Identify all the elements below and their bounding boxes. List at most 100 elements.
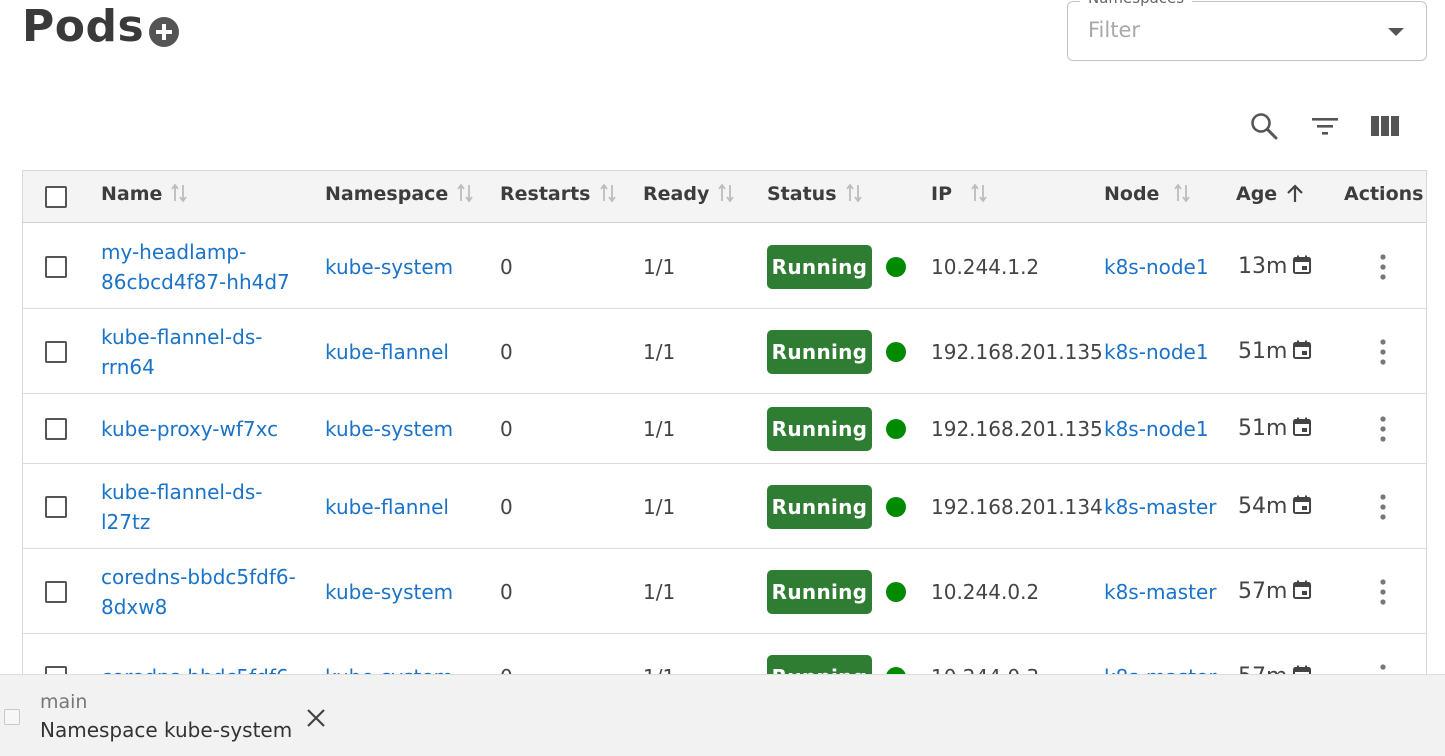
- table-row: my-headlamp-86cbcd4f87-hh4d7 kube-system 0…: [23, 224, 1426, 309]
- namespace-link[interactable]: kube-flannel: [325, 337, 449, 367]
- pod-name-link[interactable]: kube-proxy-wf7xc: [101, 414, 306, 444]
- column-header-restarts[interactable]: Restarts: [500, 171, 617, 223]
- ip-value: 192.168.201.135: [931, 417, 1103, 441]
- row-checkbox[interactable]: [45, 418, 67, 440]
- page-title: Pods: [22, 1, 145, 52]
- age-value: 13m: [1238, 254, 1288, 279]
- restarts-value: 0: [500, 417, 513, 441]
- calendar-icon: [1293, 417, 1312, 436]
- columns-button[interactable]: [1369, 110, 1401, 142]
- sort-icon: [171, 183, 188, 202]
- age-value: 57m: [1238, 579, 1288, 604]
- row-checkbox[interactable]: [45, 256, 67, 278]
- search-button[interactable]: [1248, 110, 1280, 142]
- column-header-actions: Actions: [1344, 183, 1424, 205]
- row-actions-button[interactable]: [1371, 413, 1395, 445]
- more-vertical-icon: [1380, 494, 1386, 520]
- sort-icon: [845, 183, 862, 202]
- sort-icon: [457, 183, 474, 202]
- row-checkbox[interactable]: [45, 581, 67, 603]
- status-badge: Running: [767, 570, 872, 614]
- column-header-node[interactable]: Node: [1104, 171, 1191, 223]
- age-cell: 51m: [1238, 414, 1313, 444]
- node-link[interactable]: k8s-node1: [1104, 252, 1209, 282]
- add-pod-button[interactable]: [148, 16, 180, 48]
- calendar-icon: [1293, 495, 1312, 514]
- age-value: 51m: [1238, 416, 1288, 441]
- chevron-down-icon[interactable]: [1388, 28, 1404, 36]
- namespace-filter[interactable]: Namespaces Filter: [1067, 0, 1427, 61]
- status-dot: [886, 497, 906, 517]
- pod-name-link[interactable]: coredns-bbdc5fdf6-8dxw8: [101, 562, 306, 622]
- restarts-value: 0: [500, 495, 513, 519]
- row-checkbox[interactable]: [45, 341, 67, 363]
- pod-name-link[interactable]: my-headlamp-86cbcd4f87-hh4d7: [101, 237, 306, 297]
- calendar-icon: [1293, 255, 1312, 274]
- ready-value: 1/1: [643, 495, 676, 519]
- restarts-value: 0: [500, 255, 513, 279]
- close-icon: [307, 709, 325, 727]
- age-cell: 13m: [1238, 252, 1313, 282]
- row-checkbox[interactable]: [45, 496, 67, 518]
- status-dot: [886, 257, 906, 277]
- namespace-link[interactable]: kube-flannel: [325, 492, 449, 522]
- ready-value: 1/1: [643, 580, 676, 604]
- table-header: Name Namespace Restarts Ready Status IP …: [23, 171, 1426, 223]
- age-value: 51m: [1238, 339, 1288, 364]
- row-actions-button[interactable]: [1371, 491, 1395, 523]
- ip-value: 10.244.1.2: [931, 255, 1040, 279]
- status-badge: Running: [767, 330, 872, 374]
- search-icon: [1251, 113, 1278, 140]
- column-header-age[interactable]: Age: [1236, 171, 1305, 223]
- ip-value: 192.168.201.134: [931, 495, 1103, 519]
- plus-circle-icon: [149, 17, 179, 47]
- more-vertical-icon: [1380, 579, 1386, 605]
- node-link[interactable]: k8s-node1: [1104, 337, 1209, 367]
- select-all-checkbox[interactable]: [45, 186, 67, 208]
- node-link[interactable]: k8s-master: [1104, 492, 1216, 522]
- age-cell: 57m: [1238, 577, 1313, 607]
- calendar-icon: [1293, 580, 1312, 599]
- notification-message: Namespace kube-system: [40, 718, 293, 742]
- ip-value: 10.244.0.2: [931, 580, 1040, 604]
- sort-icon: [971, 183, 987, 202]
- ready-value: 1/1: [643, 255, 676, 279]
- namespace-link[interactable]: kube-system: [325, 577, 453, 607]
- table-row: kube-flannel-ds-rrn64 kube-flannel 0 1/1 Run…: [23, 309, 1426, 394]
- age-cell: 51m: [1238, 337, 1313, 367]
- pod-name-link[interactable]: kube-flannel-ds-l27tz: [101, 477, 306, 537]
- more-vertical-icon: [1380, 416, 1386, 442]
- namespace-link[interactable]: kube-system: [325, 252, 453, 282]
- status-badge: Running: [767, 485, 872, 529]
- view-column-icon: [1371, 116, 1399, 136]
- node-link[interactable]: k8s-node1: [1104, 414, 1209, 444]
- calendar-icon: [1293, 340, 1312, 359]
- namespace-filter-label: Namespaces: [1080, 0, 1193, 8]
- column-header-ready[interactable]: Ready: [643, 171, 735, 223]
- notification-close-button[interactable]: [303, 705, 329, 731]
- column-header-namespace[interactable]: Namespace: [325, 171, 474, 223]
- row-actions-button[interactable]: [1371, 576, 1395, 608]
- column-header-name[interactable]: Name: [101, 171, 188, 223]
- sort-icon: [1174, 183, 1191, 202]
- table-row: kube-flannel-ds-l27tz kube-flannel 0 1/1 Run…: [23, 464, 1426, 549]
- column-header-status[interactable]: Status: [767, 171, 863, 223]
- sort-icon: [718, 183, 735, 202]
- age-value: 54m: [1238, 494, 1288, 519]
- status-badge: Running: [767, 245, 872, 289]
- ready-value: 1/1: [643, 417, 676, 441]
- namespace-filter-input[interactable]: Filter: [1088, 16, 1140, 44]
- namespace-link[interactable]: kube-system: [325, 414, 453, 444]
- pod-name-link[interactable]: kube-flannel-ds-rrn64: [101, 322, 306, 382]
- table-row: coredns-bbdc5fdf6-8dxw8 kube-system 0 1/1 Ru…: [23, 549, 1426, 634]
- notification-checkbox[interactable]: [4, 709, 20, 725]
- column-header-ip[interactable]: IP: [931, 171, 988, 223]
- filter-button[interactable]: [1309, 110, 1341, 142]
- status-dot: [886, 419, 906, 439]
- row-actions-button[interactable]: [1371, 251, 1395, 283]
- notification-title: main: [40, 691, 88, 713]
- notification-bar: main Namespace kube-system: [0, 674, 1445, 756]
- pods-table: Name Namespace Restarts Ready Status IP …: [22, 170, 1427, 690]
- node-link[interactable]: k8s-master: [1104, 577, 1216, 607]
- row-actions-button[interactable]: [1371, 336, 1395, 368]
